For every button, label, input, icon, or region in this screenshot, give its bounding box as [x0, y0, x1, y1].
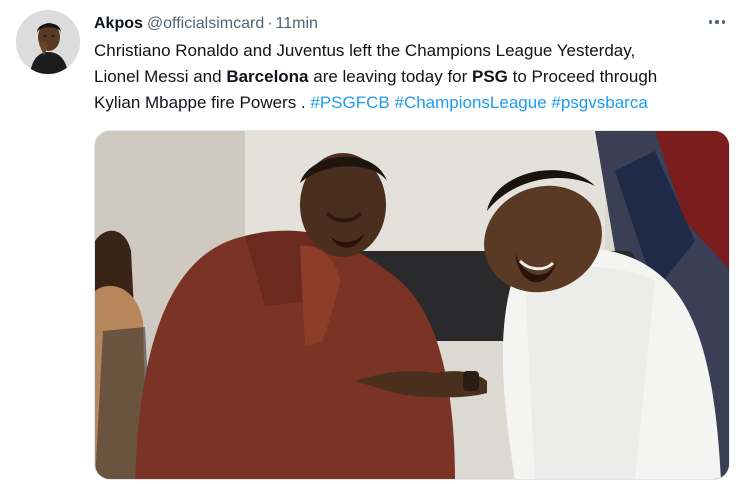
text-segment: Lionel Messi and	[94, 67, 227, 86]
hashtag-link[interactable]: #psgvsbarca	[551, 93, 647, 112]
timestamp[interactable]: 11min	[276, 15, 318, 32]
hashtag-link[interactable]: #ChampionsLeague	[394, 93, 546, 112]
text-segment: to Proceed through	[507, 67, 658, 86]
tweet-text-line: Lionel Messi and Barcelona are leaving t…	[94, 64, 730, 90]
media-photo	[95, 131, 729, 479]
author-name[interactable]: Akpos	[94, 15, 143, 32]
text-segment: Christiano Ronaldo and Juventus left the…	[94, 41, 636, 60]
more-dot	[715, 20, 719, 24]
tweet-text: Christiano Ronaldo and Juventus left the…	[94, 38, 730, 116]
more-dot	[721, 20, 726, 24]
avatar-image	[16, 10, 80, 74]
more-horizontal-icon[interactable]	[700, 12, 734, 32]
more-dot	[708, 20, 713, 24]
text-segment: are leaving today for	[308, 67, 472, 86]
tweet-text-line: Christiano Ronaldo and Juventus left the…	[94, 38, 730, 64]
author-handle[interactable]: @officialsimcard	[147, 15, 264, 32]
separator-dot: ·	[267, 15, 273, 32]
hashtag-link[interactable]: #PSGFCB	[310, 93, 389, 112]
tweet-header: Akpos @officialsimcard · 11min	[94, 13, 318, 35]
avatar[interactable]	[16, 10, 80, 74]
tweet-text-line: Kylian Mbappe fire Powers . #PSGFCB #Cha…	[94, 90, 730, 116]
bold-text: PSG	[472, 67, 508, 86]
tweet[interactable]: Akpos @officialsimcard · 11min Christiano R…	[0, 0, 740, 484]
bold-text: Barcelona	[226, 67, 309, 86]
text-segment: Kylian Mbappe fire Powers .	[94, 93, 311, 112]
tweet-media[interactable]	[94, 130, 730, 480]
